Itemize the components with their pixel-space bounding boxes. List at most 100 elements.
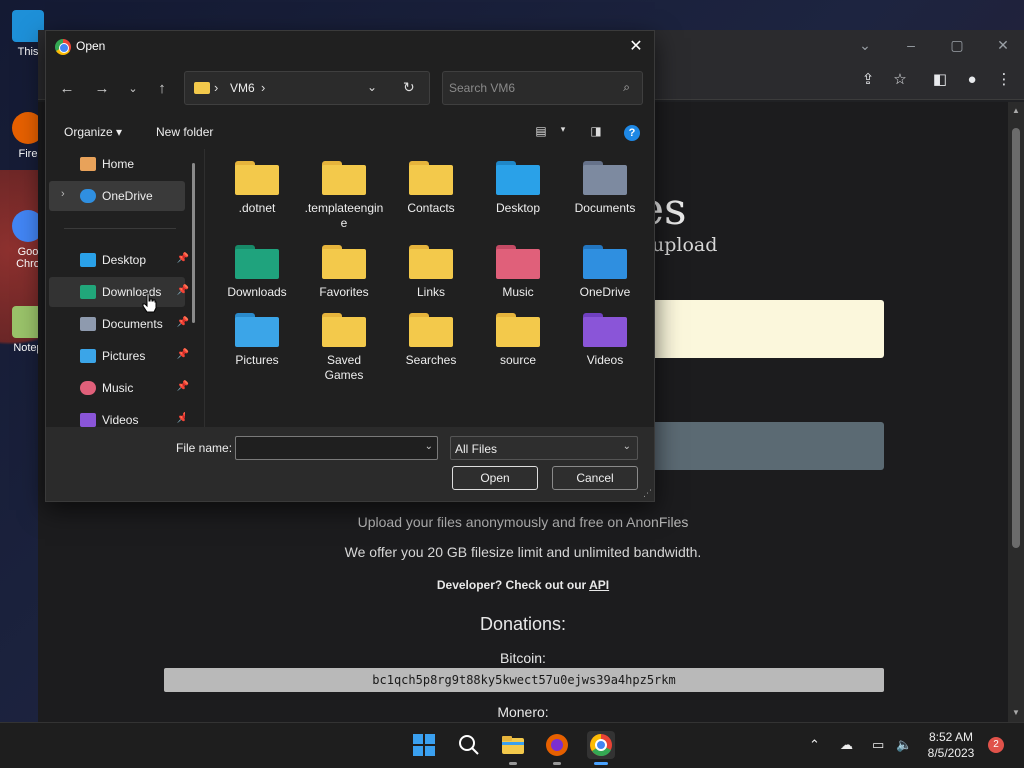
view-options-icon[interactable]: ▤ — [533, 124, 549, 138]
nav-item-label: Desktop — [102, 253, 147, 267]
menu-kebab-icon[interactable]: ⋮ — [994, 70, 1014, 90]
share-icon[interactable]: ⇪ — [858, 70, 878, 90]
nav-item-downloads[interactable]: Downloads 📌 — [49, 277, 189, 307]
folder-item[interactable]: Desktop — [477, 153, 559, 237]
folder-label: Downloads — [227, 285, 287, 299]
resize-grip-icon[interactable]: ⋰ — [643, 488, 652, 499]
cancel-button[interactable]: Cancel — [552, 466, 638, 490]
nav-item-videos[interactable]: Videos 📌 — [49, 405, 185, 427]
notification-badge[interactable]: 2 — [988, 737, 1004, 753]
folder-label: Links — [416, 285, 445, 299]
bitcoin-address[interactable]: bc1qch5p8rg9t88ky5kwect57u0ejws39a4hpz5r… — [164, 668, 884, 692]
search-icon: ⌕ — [623, 80, 630, 94]
new-folder-button[interactable]: New folder — [156, 125, 213, 139]
folder-label: Videos — [586, 353, 624, 367]
address-dropdown-icon[interactable]: ⌄ — [367, 80, 377, 94]
pin-icon: 📌 — [176, 349, 189, 360]
tab-list-chevron-icon[interactable]: ⌄ — [855, 36, 875, 54]
clock-date: 8/5/2023 — [927, 746, 975, 760]
nav-item-desktop[interactable]: Desktop 📌 — [49, 245, 189, 275]
scroll-up-icon[interactable]: ▲ — [1011, 106, 1021, 116]
nav-item-music[interactable]: Music 📌 — [49, 373, 189, 403]
taskbar-file-explorer[interactable] — [499, 731, 527, 765]
bookmark-star-icon[interactable]: ☆ — [890, 70, 910, 90]
open-button[interactable]: Open — [452, 466, 538, 490]
folder-item[interactable]: source — [477, 305, 559, 389]
breadcrumb-separator-icon: › — [214, 80, 219, 95]
nav-pane-scrollbar[interactable] — [192, 163, 195, 323]
taskbar-firefox[interactable] — [543, 731, 571, 765]
forward-arrow-icon[interactable]: → — [91, 79, 113, 99]
pane-divider[interactable] — [204, 149, 205, 427]
volume-icon[interactable]: 🔈 — [896, 737, 912, 753]
scroll-down-icon[interactable]: ▼ — [1011, 708, 1021, 718]
music-icon — [80, 381, 96, 395]
file-type-value: All Files — [455, 442, 498, 456]
up-arrow-icon[interactable]: ↑ — [151, 79, 173, 99]
expand-chevron-icon[interactable]: › — [61, 188, 65, 200]
upload-drop-area[interactable] — [638, 300, 884, 358]
maximize-button[interactable]: ▢ — [947, 36, 967, 54]
refresh-icon[interactable]: ↻ — [403, 79, 415, 96]
folder-item[interactable]: Contacts — [390, 153, 472, 237]
folder-icon — [322, 313, 366, 347]
pin-icon: 📌 — [176, 381, 189, 392]
address-bar[interactable]: › VM6 › ⌄ ↻ — [184, 71, 430, 105]
cloud-sync-icon[interactable]: ☁ — [840, 737, 853, 753]
scrollbar-thumb[interactable] — [1012, 128, 1020, 548]
folder-item[interactable]: .templateengine — [303, 153, 385, 237]
dialog-footer: File name: ⌄ All Files ⌄ Open Cancel ⋰ — [46, 427, 654, 501]
nav-item-onedrive[interactable]: › OneDrive — [49, 181, 185, 211]
organize-button[interactable]: Organize ▾ — [64, 125, 122, 139]
nav-item-home[interactable]: Home — [49, 149, 185, 179]
nav-divider — [64, 228, 176, 229]
cloud-icon — [80, 189, 96, 203]
downloads-icon — [80, 285, 96, 299]
nav-item-pictures[interactable]: Pictures 📌 — [49, 341, 189, 371]
back-arrow-icon[interactable]: ← — [56, 79, 78, 99]
tray-overflow-chevron-icon[interactable]: ⌃ — [809, 737, 820, 753]
folder-item[interactable]: Videos — [564, 305, 646, 389]
api-link[interactable]: API — [589, 578, 609, 592]
taskbar-chrome[interactable] — [587, 731, 615, 765]
recent-locations-chevron-icon[interactable]: ⌄ — [122, 79, 144, 99]
nav-item-label: Documents — [102, 317, 163, 331]
start-button[interactable] — [410, 731, 438, 759]
file-name-input[interactable]: ⌄ — [235, 436, 438, 460]
chevron-down-icon[interactable]: ⌄ — [425, 441, 433, 452]
network-icon[interactable]: ▭ — [872, 737, 884, 753]
folder-label: Music — [502, 285, 534, 299]
nav-item-documents[interactable]: Documents 📌 — [49, 309, 189, 339]
pictures-folder-icon — [235, 313, 279, 347]
search-field[interactable]: ⌕ — [442, 71, 643, 105]
donations-heading: Donations: — [479, 614, 567, 634]
preview-pane-icon[interactable]: ◨ — [588, 124, 604, 138]
file-type-select[interactable]: All Files ⌄ — [450, 436, 638, 460]
help-icon[interactable]: ? — [624, 125, 640, 141]
folder-item[interactable]: Documents — [564, 153, 646, 237]
desktop-icon-label: Fire — [18, 148, 38, 160]
taskbar-search-button[interactable] — [455, 731, 483, 759]
minimize-button[interactable]: – — [901, 36, 921, 54]
view-options-chevron-icon[interactable]: ▾ — [555, 124, 571, 138]
file-grid: .dotnet .templateengine Contacts Desktop… — [216, 153, 650, 427]
side-panel-icon[interactable]: ◧ — [930, 70, 950, 90]
search-input[interactable] — [449, 78, 609, 98]
profile-icon[interactable]: ● — [962, 70, 982, 90]
folder-item[interactable]: Pictures — [216, 305, 298, 389]
close-icon[interactable]: ✕ — [626, 37, 646, 57]
page-scrollbar[interactable]: ▲ ▼ — [1008, 102, 1024, 722]
breadcrumb-separator-icon: › — [261, 80, 266, 95]
upload-button[interactable] — [638, 422, 884, 470]
folder-item[interactable]: Searches — [390, 305, 472, 389]
breadcrumb-vm6[interactable]: VM6 — [230, 81, 255, 95]
folder-item[interactable]: Saved Games — [303, 305, 385, 389]
close-window-button[interactable]: ✕ — [993, 36, 1013, 54]
file-name-label: File name: — [176, 441, 233, 455]
pin-icon: 📌 — [176, 253, 189, 264]
folder-item[interactable]: .dotnet — [216, 153, 298, 237]
clock[interactable]: 8:52 AM 8/5/2023 — [916, 729, 986, 761]
developer-text: Developer? Check out our API — [38, 578, 1008, 592]
app-indicator — [553, 762, 561, 765]
limit-text: We offer you 20 GB filesize limit and un… — [344, 544, 702, 560]
